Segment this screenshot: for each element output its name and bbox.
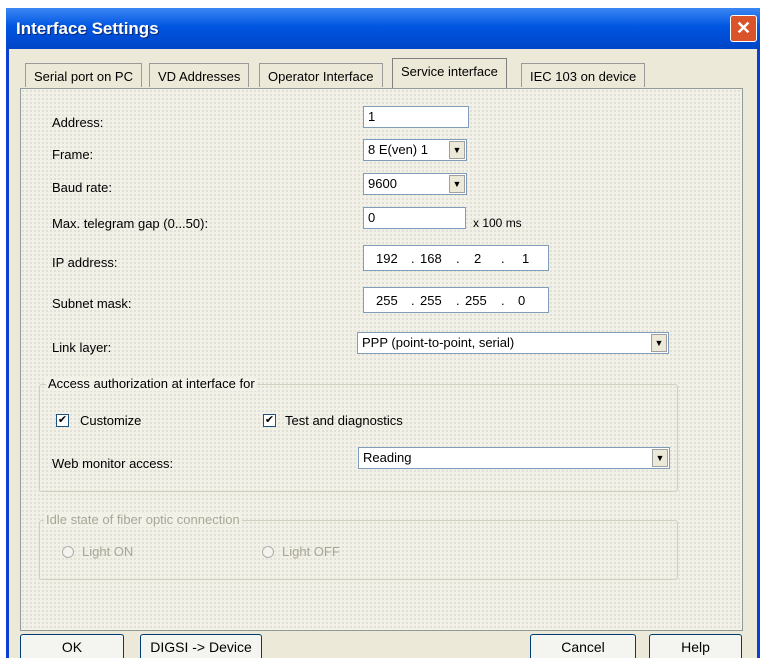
ip-address-label: IP address:	[52, 255, 118, 270]
ip-octet-2: 168	[420, 251, 442, 266]
frame-value: 8 E(ven) 1	[368, 142, 428, 157]
subnet-dot: .	[501, 293, 505, 308]
subnet-octet-2: 255	[420, 293, 442, 308]
customize-checkbox[interactable]: ✔	[56, 414, 69, 427]
tab-vd-addresses[interactable]: VD Addresses	[149, 63, 250, 87]
address-label: Address:	[52, 115, 104, 130]
light-on-radio[interactable]	[62, 546, 74, 558]
telegram-gap-unit: x 100 ms	[473, 216, 522, 230]
tab-service-interface[interactable]: Service interface	[392, 58, 507, 88]
web-monitor-value: Reading	[363, 450, 412, 465]
link-layer-label: Link layer:	[52, 340, 112, 355]
tab-iec-103-on-device[interactable]: IEC 103 on device	[521, 63, 646, 87]
light-off-label: Light OFF	[282, 544, 340, 559]
access-authorization-group: Access authorization at interface for ✔ …	[39, 376, 678, 492]
subnet-octet-1: 255	[376, 293, 398, 308]
ip-address-field[interactable]: 192 . 168 . 2 . 1	[363, 245, 549, 271]
subnet-octet-4: 0	[518, 293, 526, 308]
link-layer-value: PPP (point-to-point, serial)	[362, 335, 515, 350]
test-diagnostics-checkbox[interactable]: ✔	[263, 414, 276, 427]
web-monitor-select[interactable]: Reading ▼	[358, 447, 670, 469]
ip-octet-3: 2	[474, 251, 482, 266]
service-interface-panel: Address: 1 Frame: 8 E(ven) 1 ▼ Baud rate…	[20, 88, 743, 631]
window-title: Interface Settings	[16, 19, 159, 38]
access-authorization-legend: Access authorization at interface for	[46, 376, 257, 391]
link-layer-select[interactable]: PPP (point-to-point, serial) ▼	[357, 332, 669, 354]
telegram-gap-input[interactable]: 0	[363, 207, 466, 229]
tab-operator-interface[interactable]: Operator Interface	[259, 63, 383, 87]
idle-state-group: Idle state of fiber optic connection Lig…	[39, 512, 678, 580]
ip-dot: .	[501, 251, 505, 266]
ip-dot: .	[411, 251, 415, 266]
subnet-mask-field[interactable]: 255 . 255 . 255 . 0	[363, 287, 549, 313]
ok-button[interactable]: OK	[20, 634, 124, 658]
test-diagnostics-label: Test and diagnostics	[285, 413, 403, 428]
baud-rate-select[interactable]: 9600 ▼	[363, 173, 467, 195]
close-icon[interactable]: ✕	[730, 15, 757, 42]
tab-serial-port-on-pc[interactable]: Serial port on PC	[25, 63, 142, 87]
subnet-dot: .	[456, 293, 460, 308]
cancel-button[interactable]: Cancel	[530, 634, 636, 658]
baud-rate-value: 9600	[368, 176, 397, 191]
ip-octet-4: 1	[522, 251, 530, 266]
light-on-label: Light ON	[82, 544, 134, 559]
frame-select[interactable]: 8 E(ven) 1 ▼	[363, 139, 467, 161]
light-off-radio[interactable]	[262, 546, 274, 558]
chevron-down-icon[interactable]: ▼	[652, 449, 668, 467]
digsi-device-button[interactable]: DIGSI -> Device	[140, 634, 262, 658]
customize-label: Customize	[80, 413, 142, 428]
title-bar[interactable]: Interface Settings ✕	[6, 8, 760, 49]
subnet-dot: .	[411, 293, 415, 308]
address-input[interactable]: 1	[363, 106, 469, 128]
baud-rate-label: Baud rate:	[52, 180, 112, 195]
telegram-gap-label: Max. telegram gap (0...50):	[52, 216, 209, 231]
web-monitor-label: Web monitor access:	[52, 456, 174, 471]
help-button[interactable]: Help	[649, 634, 742, 658]
subnet-mask-label: Subnet mask:	[52, 296, 132, 311]
subnet-octet-3: 255	[465, 293, 487, 308]
idle-state-legend: Idle state of fiber optic connection	[44, 512, 242, 527]
chevron-down-icon[interactable]: ▼	[449, 175, 465, 193]
ip-dot: .	[456, 251, 460, 266]
chevron-down-icon[interactable]: ▼	[449, 141, 465, 159]
ip-octet-1: 192	[376, 251, 398, 266]
chevron-down-icon[interactable]: ▼	[651, 334, 667, 352]
frame-label: Frame:	[52, 147, 94, 162]
